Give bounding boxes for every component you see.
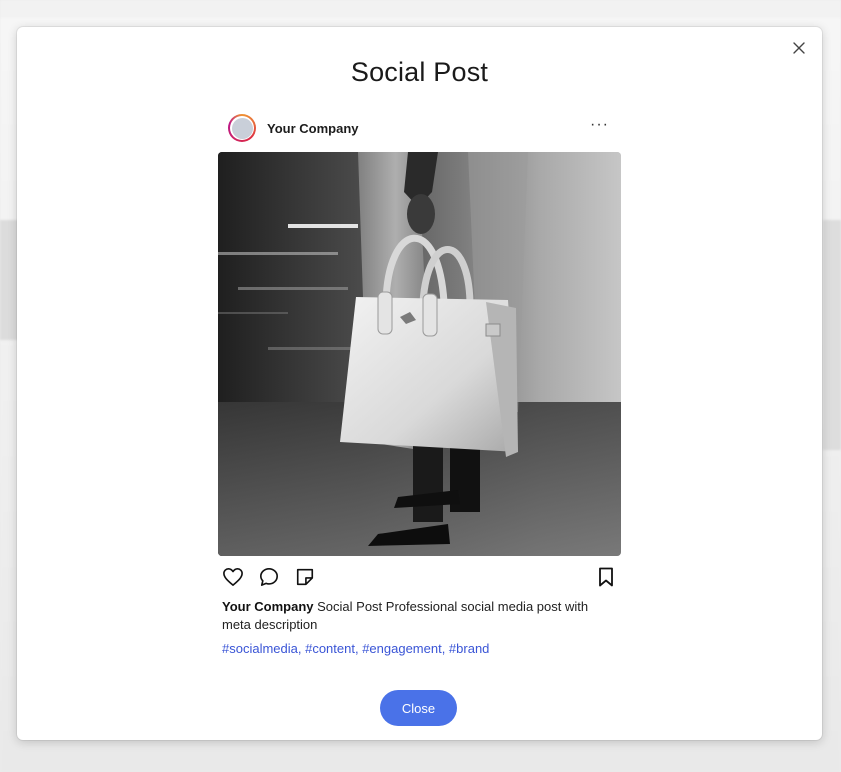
post-header: Your Company ··· [218,112,621,144]
post-hashtags[interactable]: #socialmedia, #content, #engagement, #br… [218,634,621,656]
social-post-modal: Social Post Your Company ··· Your Compan… [17,27,822,740]
heart-icon[interactable] [222,566,244,588]
avatar[interactable] [228,114,256,142]
background-panel-left [0,220,18,340]
background-header [0,0,841,18]
caption-company-name[interactable]: Your Company [222,599,314,614]
close-button[interactable]: Close [380,690,457,726]
modal-title: Social Post [350,57,489,87]
more-options-icon[interactable]: ··· [590,116,609,134]
comment-icon[interactable] [258,566,280,588]
post-actions [218,556,621,598]
close-icon[interactable] [790,39,808,57]
company-name[interactable]: Your Company [267,121,359,136]
bookmark-icon[interactable] [595,566,617,588]
post-caption: Your Company Social Post Professional so… [218,598,621,634]
note-icon[interactable] [294,566,316,588]
background-panel-right [823,220,841,450]
post-image [218,152,621,556]
social-post-preview: Your Company ··· Your Company Social Pos… [218,112,621,656]
